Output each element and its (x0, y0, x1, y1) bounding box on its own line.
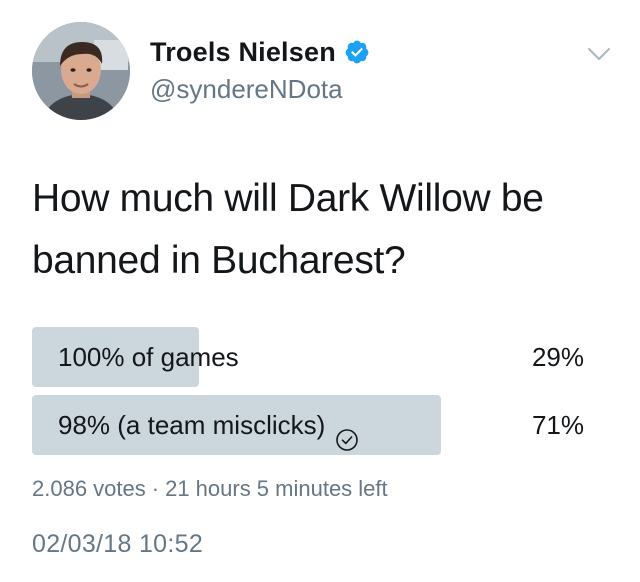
chevron-down-icon[interactable] (587, 46, 611, 62)
avatar-photo (32, 22, 130, 120)
verified-badge-icon (344, 39, 370, 65)
poll-option: 100% of games 29% (32, 327, 588, 387)
poll-option-percent: 71% (531, 410, 584, 440)
poll-option-text: 100% of games (58, 342, 239, 372)
poll-meta: 2.086 votes · 21 hours 5 minutes left (32, 476, 388, 502)
tweet-card: Troels Nielsen @syndereNDota How much wi… (0, 0, 640, 582)
poll-option: 98% (a team misclicks) 71% (32, 395, 588, 455)
poll-option-label: 100% of games (58, 327, 239, 387)
tweet-text-line: banned in Bucharest? (32, 239, 406, 282)
poll-vote-count: 2.086 votes (32, 476, 146, 501)
poll-meta-separator: · (151, 476, 160, 501)
author-name-row: Troels Nielsen (150, 36, 370, 68)
avatar[interactable] (32, 22, 130, 120)
poll-time-left: 21 hours 5 minutes left (165, 476, 388, 501)
tweet-text-line: How much will Dark Willow be (32, 177, 544, 220)
author-display-name[interactable]: Troels Nielsen (150, 37, 336, 68)
tweet-timestamp[interactable]: 02/03/18 10:52 (32, 530, 203, 559)
poll-option-percent: 29% (531, 342, 584, 372)
check-circle-icon (335, 413, 359, 451)
poll-option-label: 98% (a team misclicks) (58, 395, 359, 455)
author-handle[interactable]: @syndereNDota (150, 74, 343, 105)
poll: 100% of games 29% 98% (a team misclicks)… (32, 327, 588, 463)
tweet-text: How much will Dark Willow be banned in B… (32, 168, 612, 292)
poll-option-text: 98% (a team misclicks) (58, 410, 326, 440)
